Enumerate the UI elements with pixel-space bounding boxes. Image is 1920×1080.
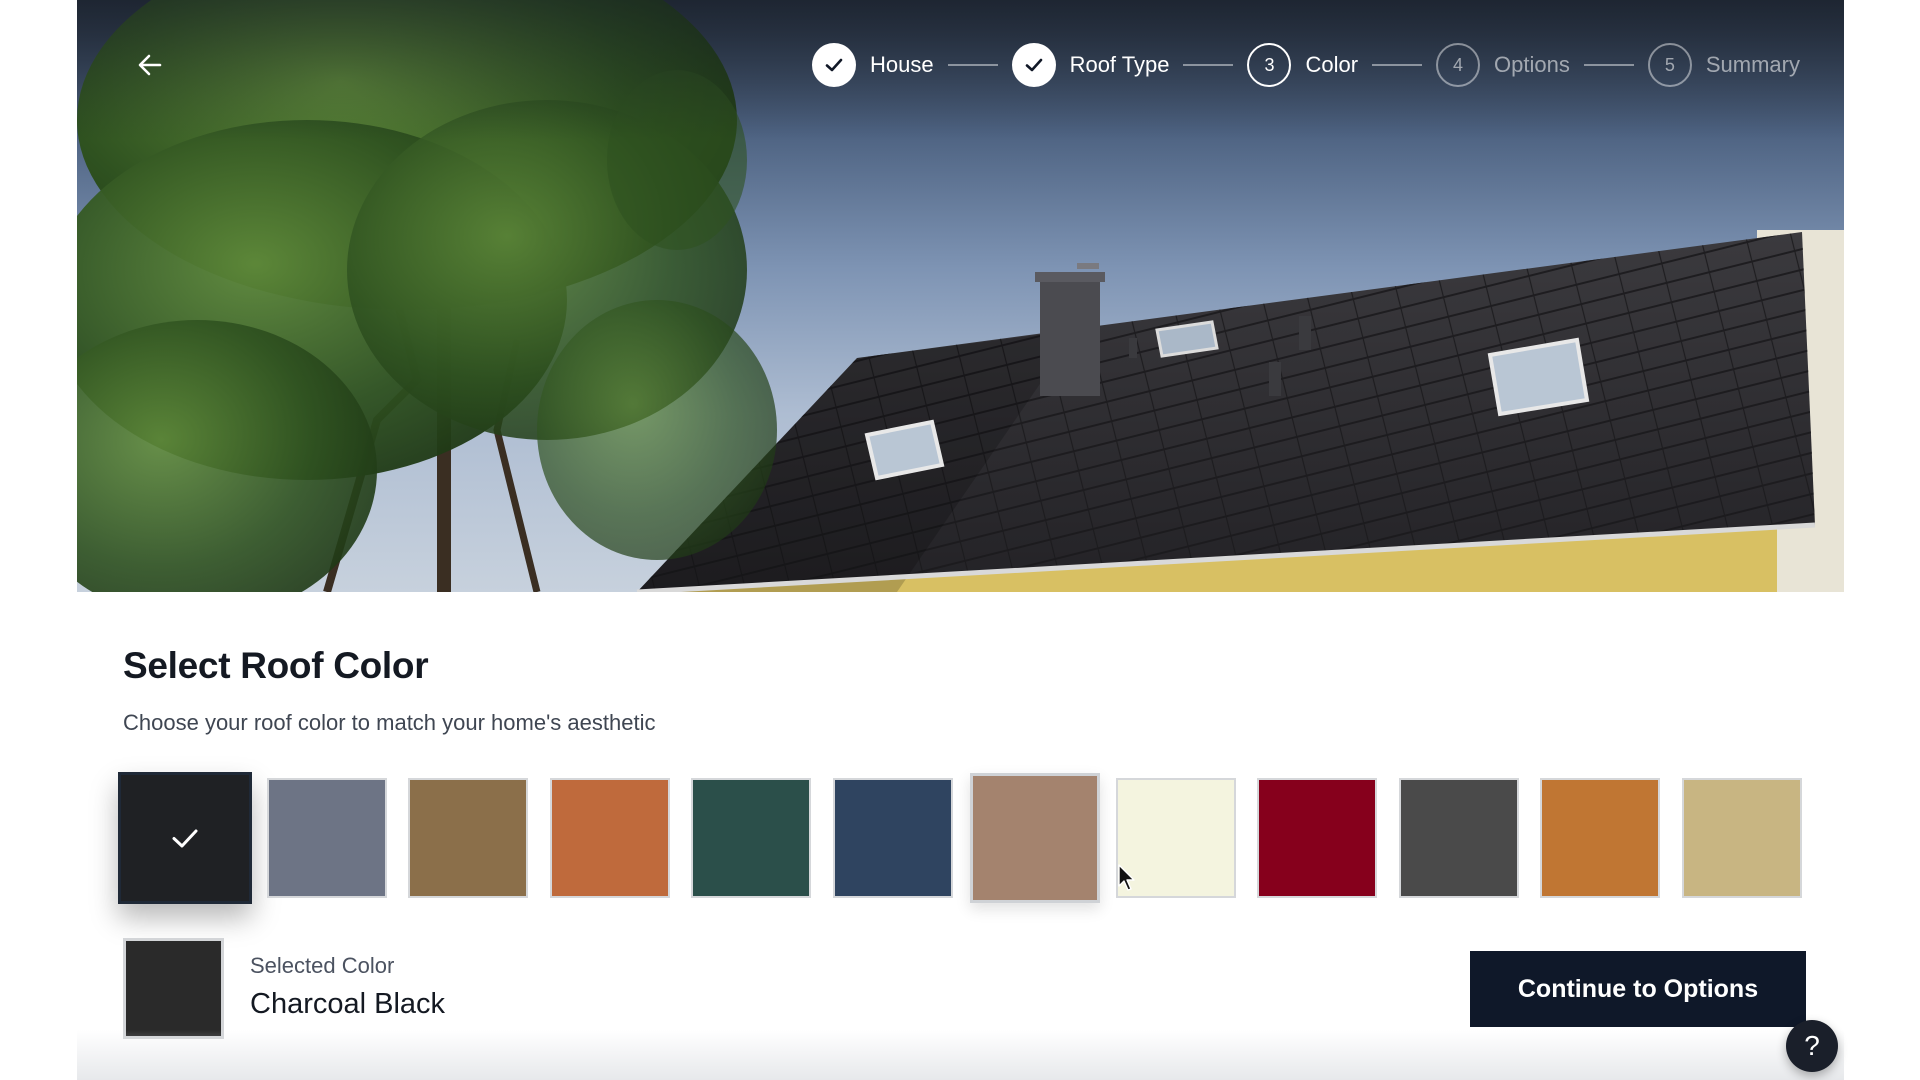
step-connector (1183, 64, 1234, 66)
color-swatch-5[interactable] (691, 778, 811, 898)
selected-color-caption: Selected Color (250, 953, 395, 978)
back-button[interactable] (127, 42, 173, 88)
step-connector (947, 64, 998, 66)
check-icon (172, 829, 198, 848)
color-swatch-grid (118, 772, 1804, 904)
bottom-fade (77, 1030, 1844, 1080)
color-swatch-4[interactable] (550, 778, 670, 898)
page-subtitle: Choose your roof color to match your hom… (123, 710, 656, 735)
arrow-left-icon (138, 54, 162, 76)
step-connector (1372, 64, 1423, 66)
step-number: 5 (1647, 43, 1692, 87)
step-complete-check-icon (811, 43, 856, 87)
color-swatch-7[interactable] (970, 773, 1100, 903)
selected-color-preview (123, 938, 224, 1039)
step-number: 3 (1247, 43, 1292, 87)
color-swatch-1[interactable] (118, 772, 252, 904)
color-swatch-11[interactable] (1540, 778, 1660, 898)
progress-stepper: House Roof Type 3 Color 4 Options 5 Summ… (811, 42, 1800, 88)
color-swatch-2[interactable] (267, 778, 387, 898)
step-color[interactable]: 3 Color (1247, 43, 1358, 87)
step-options: 4 Options (1436, 43, 1570, 87)
color-swatch-12[interactable] (1682, 778, 1802, 898)
page-title: Select Roof Color (123, 645, 429, 686)
continue-button[interactable]: Continue to Options (1470, 951, 1806, 1027)
step-label: Roof Type (1069, 52, 1170, 77)
step-label: Summary (1705, 52, 1800, 77)
mouse-cursor-icon (1118, 864, 1135, 891)
step-label: House (869, 52, 934, 77)
color-swatch-9[interactable] (1257, 778, 1377, 898)
step-complete-check-icon (1011, 43, 1056, 87)
help-button[interactable]: ? (1786, 1020, 1838, 1072)
color-swatch-10[interactable] (1399, 778, 1519, 898)
selected-color-name: Charcoal Black (250, 988, 446, 1020)
step-label: Options (1494, 52, 1570, 77)
color-swatch-3[interactable] (408, 778, 528, 898)
color-swatch-6[interactable] (833, 778, 953, 898)
step-roof-type[interactable]: Roof Type (1011, 43, 1170, 87)
help-icon: ? (1804, 1030, 1820, 1061)
step-summary: 5 Summary (1647, 43, 1800, 87)
step-label: Color (1305, 52, 1359, 77)
hero-image: House Roof Type 3 Color 4 Options 5 Summ… (77, 0, 1844, 592)
step-house[interactable]: House (811, 43, 934, 87)
step-number: 4 (1436, 43, 1481, 87)
step-connector (1583, 64, 1634, 66)
